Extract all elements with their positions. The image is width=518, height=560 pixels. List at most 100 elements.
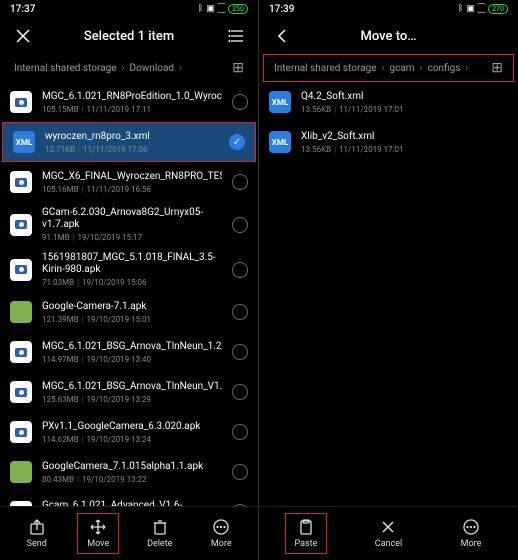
select-radio[interactable] <box>232 262 248 278</box>
crumb[interactable]: configs <box>428 63 461 74</box>
crumb[interactable]: Internal shared storage <box>14 63 117 74</box>
list-icon[interactable] <box>226 29 244 43</box>
file-row[interactable]: XML Xlib_v2_Soft.xml13.56KB|11/11/2019 17… <box>259 122 518 162</box>
select-radio[interactable] <box>229 134 245 150</box>
file-icon <box>10 461 32 483</box>
delete-button[interactable]: Delete <box>139 514 181 553</box>
file-name: 1561981807_MGC_5.1.018_FINAL_3.5-Kirin-9… <box>42 252 222 276</box>
file-text: 1561981807_MGC_5.1.018_FINAL_3.5-Kirin-9… <box>42 252 222 287</box>
breadcrumb[interactable]: Internal shared storage› Download› ⊞ <box>0 54 258 82</box>
status-bar: 17:37 ᛒ ▣ ⁐ 250 <box>0 0 258 18</box>
action-label: Cancel <box>375 539 402 549</box>
select-radio[interactable] <box>232 384 248 400</box>
file-row[interactable]: XML Q4.2_Soft.xml 13.56KB|11/11/2019 17:01 <box>259 82 518 122</box>
crumb[interactable]: Internal shared storage <box>274 63 377 74</box>
file-meta: 105.15MB|11/11/2019 17:11 <box>42 105 222 114</box>
select-radio[interactable] <box>232 464 248 480</box>
file-icon <box>10 171 32 193</box>
file-row[interactable]: MGC_6.1.021_BSG_Arnova_TlnNeun_V1.3.0301… <box>0 372 258 412</box>
file-row[interactable]: Gcam_6.1.021_Advanced_V1.6-Fu24_5Lens-01… <box>0 492 258 506</box>
grid-view-icon[interactable]: ⊞ <box>232 60 244 76</box>
crumb[interactable]: gcam <box>390 63 415 74</box>
action-label: More <box>461 539 482 549</box>
wifi-icon: ⁐ <box>478 4 485 14</box>
select-radio[interactable] <box>232 174 248 190</box>
file-meta: 121.39MB|19/10/2019 15:01 <box>42 315 222 324</box>
time: 17:39 <box>269 4 294 15</box>
file-text: GCam-6.2.030_Arnova8G2_Urnyx05-v1.7.apk9… <box>42 207 222 242</box>
file-row[interactable]: MGC_6.1.021_BSG_Arnova_TlnNeun_1.2_test_… <box>0 332 258 372</box>
cast-icon: ▣ <box>466 4 475 14</box>
file-text: MGC_6.1.021_RN8ProEdition_1.0_Wyroczen_S… <box>42 91 222 114</box>
file-icon <box>10 381 32 403</box>
file-meta: 114.97MB|19/10/2019 13:40 <box>42 355 222 364</box>
file-name: wyroczen_rn8pro_3.xml <box>45 131 219 143</box>
file-name: Q4.2_Soft.xml <box>301 91 508 103</box>
file-name: GCam-6.2.030_Arnova8G2_Urnyx05-v1.7.apk <box>42 207 222 231</box>
file-name: Google-Camera-7.1.apk <box>42 301 222 313</box>
cast-icon: ▣ <box>206 4 215 14</box>
file-text: Xlib_v2_Soft.xml13.56KB|11/11/2019 17:01 <box>301 131 508 154</box>
file-row[interactable]: 1561981807_MGC_5.1.018_FINAL_3.5-Kirin-9… <box>0 247 258 292</box>
crumb[interactable]: Download <box>130 63 175 74</box>
file-icon <box>10 259 32 281</box>
select-radio[interactable] <box>232 424 248 440</box>
send-button[interactable]: Send <box>16 514 58 553</box>
file-row[interactable]: GCam-6.2.030_Arnova8G2_Urnyx05-v1.7.apk9… <box>0 202 258 247</box>
file-text: Google-Camera-7.1.apk 121.39MB|19/10/2019… <box>42 301 222 324</box>
file-icon <box>10 301 32 323</box>
file-text: PXv1.1_GoogleCamera_6.3.020.apk114.62MB|… <box>42 421 222 444</box>
file-text: wyroczen_rn8pro_3.xml 12.71KB|11/11/2019 … <box>45 131 219 154</box>
bottom-bar: Send Move Delete More <box>0 506 258 560</box>
file-meta: 12.71KB|11/11/2019 17:06 <box>45 145 219 154</box>
file-meta: 105.16MB|11/11/2019 16:56 <box>42 185 222 194</box>
file-list: XML Q4.2_Soft.xml 13.56KB|11/11/2019 17:01… <box>259 82 518 506</box>
select-radio[interactable] <box>232 217 248 233</box>
file-icon <box>10 91 32 113</box>
file-text: Q4.2_Soft.xml 13.56KB|11/11/2019 17:01 <box>301 91 508 114</box>
file-name: MGC_6.1.021_BSG_Arnova_TlnNeun_1.2_test_… <box>42 341 222 353</box>
file-icon <box>10 341 32 363</box>
file-text: GoogleCamera_7.1.015alpha1.1.apk 80.43MB|… <box>42 461 222 484</box>
file-name: GoogleCamera_7.1.015alpha1.1.apk <box>42 461 222 473</box>
file-meta: 80.43MB|19/10/2019 13:22 <box>42 475 222 484</box>
file-row[interactable]: XMLwyroczen_rn8pro_3.xml12.71KB|11/11/20… <box>2 122 256 162</box>
file-icon: XML <box>269 131 291 153</box>
bluetooth-icon: ᛒ <box>198 4 203 14</box>
action-label: Move <box>87 539 109 549</box>
select-radio[interactable] <box>232 94 248 110</box>
file-text: MGC_6.1.021_BSG_Arnova_TlnNeun_V1.3.0301… <box>42 381 222 404</box>
back-icon[interactable] <box>273 29 291 43</box>
page-title: Move to… <box>303 29 474 44</box>
action-label: Send <box>27 539 47 549</box>
file-list: MGC_6.1.021_RN8ProEdition_1.0_Wyroczen_S… <box>0 82 258 506</box>
file-row[interactable]: MGC_6.1.021_RN8ProEdition_1.0_Wyroczen_S… <box>0 82 258 122</box>
file-icon: XML <box>269 91 291 113</box>
file-text: MGC_6.1.021_BSG_Arnova_TlnNeun_1.2_test_… <box>42 341 222 364</box>
grid-view-icon[interactable]: ⊞ <box>491 60 503 76</box>
file-meta: 13.56KB|11/11/2019 17:01 <box>301 105 508 114</box>
right-screen: 17:39 ᛒ ▣ ⁐ 270 Move to… Internal shared… <box>259 0 518 560</box>
move-button[interactable]: Move <box>77 513 119 554</box>
select-radio[interactable] <box>232 304 248 320</box>
wifi-icon: ⁐ <box>218 4 225 14</box>
select-radio[interactable] <box>232 344 248 360</box>
action-label: More <box>211 539 232 549</box>
more-button[interactable]: More <box>200 514 242 553</box>
paste-button[interactable]: Paste <box>285 513 327 554</box>
file-row[interactable]: PXv1.1_GoogleCamera_6.3.020.apk114.62MB|… <box>0 412 258 452</box>
left-screen: 17:37 ᛒ ▣ ⁐ 250 Selected 1 item Internal… <box>0 0 259 560</box>
breadcrumb[interactable]: Internal shared storage› gcam› configs› … <box>263 54 514 82</box>
more-button[interactable]: More <box>450 514 492 553</box>
status-bar: 17:39 ᛒ ▣ ⁐ 270 <box>259 0 518 18</box>
file-meta: 13.56KB|11/11/2019 17:01 <box>301 145 508 154</box>
cancel-button[interactable]: Cancel <box>367 514 410 553</box>
file-row[interactable]: MGC_X6_FINAL_Wyroczen_RN8PRO_TEST4.apk10… <box>0 162 258 202</box>
file-row[interactable]: Google-Camera-7.1.apk 121.39MB|19/10/2019… <box>0 292 258 332</box>
file-meta: 71.03MB|19/10/2019 15:06 <box>42 278 222 287</box>
file-icon <box>10 214 32 236</box>
battery-icon: 270 <box>488 4 508 14</box>
close-icon[interactable] <box>14 29 32 43</box>
bluetooth-icon: ᛒ <box>458 4 463 14</box>
file-row[interactable]: GoogleCamera_7.1.015alpha1.1.apk 80.43MB|… <box>0 452 258 492</box>
